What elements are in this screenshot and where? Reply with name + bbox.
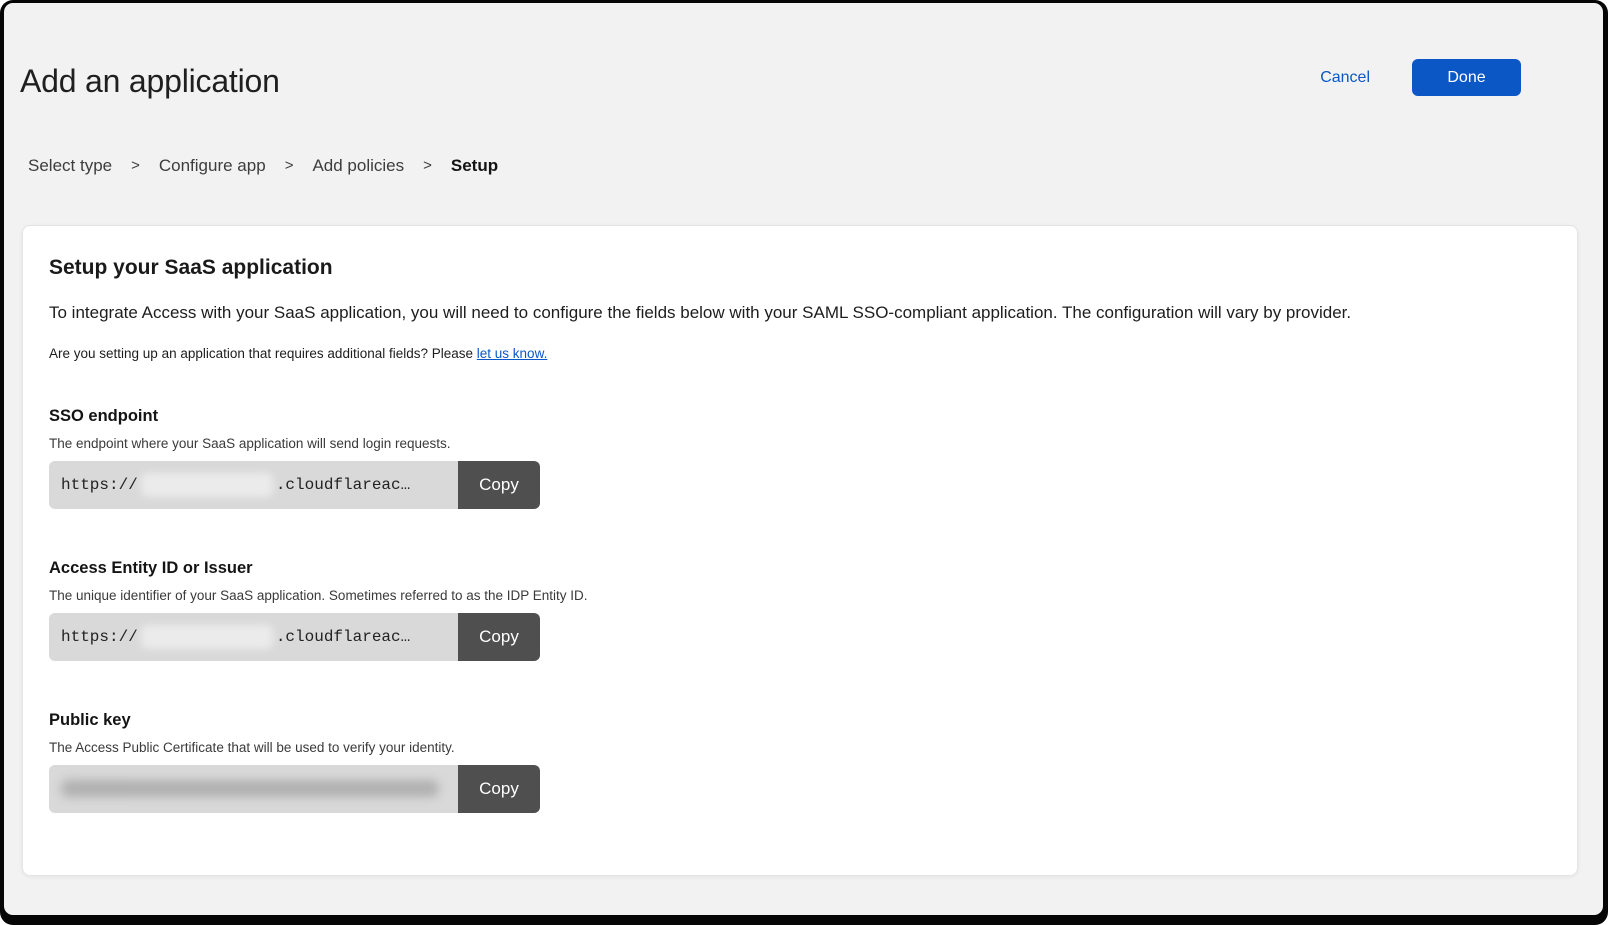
let-us-know-link[interactable]: let us know. xyxy=(477,346,548,361)
field-description: The endpoint where your SaaS application… xyxy=(49,436,1551,451)
breadcrumb-separator: > xyxy=(285,157,294,174)
sso-endpoint-copy-button[interactable]: Copy xyxy=(458,461,540,509)
card-note: Are you setting up an application that r… xyxy=(49,346,1551,361)
value-suffix: .cloudflareac… xyxy=(276,628,410,646)
breadcrumb-separator: > xyxy=(423,157,432,174)
entity-id-copy-button[interactable]: Copy xyxy=(458,613,540,661)
breadcrumb-step-add-policies[interactable]: Add policies xyxy=(312,156,404,176)
field-access-entity-id: Access Entity ID or Issuer The unique id… xyxy=(49,559,1551,661)
breadcrumb-step-setup: Setup xyxy=(451,156,498,176)
breadcrumb-step-select-type[interactable]: Select type xyxy=(28,156,112,176)
field-sso-endpoint: SSO endpoint The endpoint where your Saa… xyxy=(49,407,1551,509)
page: Add an application Cancel Done Select ty… xyxy=(4,3,1603,915)
setup-card: Setup your SaaS application To integrate… xyxy=(22,225,1578,876)
field-public-key: Public key The Access Public Certificate… xyxy=(49,711,1551,813)
public-key-value xyxy=(49,765,458,813)
public-key-value-row: Copy xyxy=(49,765,540,813)
redacted-subdomain xyxy=(141,473,273,497)
sso-endpoint-value: https:// .cloudflareac… xyxy=(49,461,458,509)
public-key-copy-button[interactable]: Copy xyxy=(458,765,540,813)
field-description: The Access Public Certificate that will … xyxy=(49,740,1551,755)
sso-endpoint-value-row: https:// .cloudflareac… Copy xyxy=(49,461,540,509)
redacted-subdomain xyxy=(141,625,273,649)
card-intro: To integrate Access with your SaaS appli… xyxy=(49,302,1551,325)
screenshot-frame: Add an application Cancel Done Select ty… xyxy=(0,0,1608,925)
redacted-certificate xyxy=(61,780,439,797)
entity-id-value: https:// .cloudflareac… xyxy=(49,613,458,661)
card-heading: Setup your SaaS application xyxy=(49,256,1551,280)
breadcrumb-separator: > xyxy=(131,157,140,174)
field-label: SSO endpoint xyxy=(49,407,1551,426)
breadcrumb: Select type > Configure app > Add polici… xyxy=(28,156,1603,176)
entity-id-value-row: https:// .cloudflareac… Copy xyxy=(49,613,540,661)
done-button[interactable]: Done xyxy=(1412,59,1521,96)
page-header: Add an application Cancel Done xyxy=(4,3,1603,100)
field-label: Public key xyxy=(49,711,1551,730)
card-note-text: Are you setting up an application that r… xyxy=(49,346,477,361)
header-actions: Cancel Done xyxy=(1320,59,1521,96)
field-description: The unique identifier of your SaaS appli… xyxy=(49,588,1551,603)
cancel-button[interactable]: Cancel xyxy=(1320,69,1370,87)
page-title: Add an application xyxy=(20,63,280,100)
breadcrumb-step-configure-app[interactable]: Configure app xyxy=(159,156,266,176)
value-prefix: https:// xyxy=(61,476,138,494)
field-label: Access Entity ID or Issuer xyxy=(49,559,1551,578)
value-prefix: https:// xyxy=(61,628,138,646)
value-suffix: .cloudflareac… xyxy=(276,476,410,494)
